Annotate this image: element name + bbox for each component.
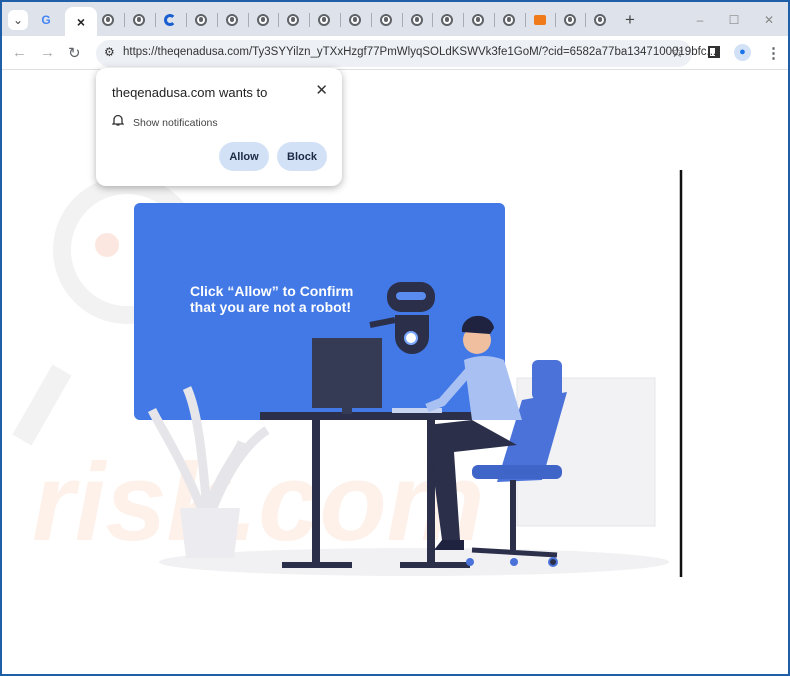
globe-icon <box>411 14 423 26</box>
tab-background[interactable] <box>98 10 118 30</box>
tab-active[interactable]: × <box>65 7 97 36</box>
tab-separator <box>340 13 341 27</box>
toolbar: ← → ↻ ⚙ https://theqenadusa.com/Ty3SYYil… <box>2 36 788 70</box>
browser-window: ⌄ G × + – ☐ ✕ ← → ↻ ⚙ https://theqenadus… <box>2 2 788 674</box>
globe-icon <box>226 14 238 26</box>
tab-background[interactable] <box>345 10 365 30</box>
tab-search-button[interactable]: ⌄ <box>8 10 28 30</box>
tab-separator <box>402 13 403 27</box>
reload-button[interactable]: ↻ <box>68 44 81 62</box>
popup-title: theqenadusa.com wants to <box>112 85 268 100</box>
forward-button[interactable]: → <box>40 44 55 61</box>
site-settings-icon[interactable]: ⚙ <box>104 45 115 59</box>
tab-separator <box>248 13 249 27</box>
tab-background[interactable] <box>499 10 519 30</box>
chat-favicon-icon <box>534 15 546 25</box>
tab-separator <box>278 13 279 27</box>
tab-background[interactable] <box>468 10 488 30</box>
menu-icon[interactable]: ⋮ <box>766 44 781 62</box>
globe-icon <box>503 14 515 26</box>
allow-button[interactable]: Allow <box>219 142 269 171</box>
tab-background[interactable] <box>191 10 211 30</box>
tab-background[interactable] <box>530 10 550 30</box>
maximize-button[interactable]: ☐ <box>724 10 744 30</box>
tab-background[interactable] <box>437 10 457 30</box>
tab-separator <box>309 13 310 27</box>
tab-background[interactable] <box>222 10 242 30</box>
bell-icon <box>112 114 124 126</box>
tab-background[interactable] <box>129 10 149 30</box>
globe-icon <box>287 14 299 26</box>
address-bar[interactable]: ⚙ https://theqenadusa.com/Ty3SYYilzn_yTX… <box>96 40 716 67</box>
globe-icon <box>257 14 269 26</box>
tab-background[interactable] <box>376 10 396 30</box>
bookmark-star-icon[interactable]: ☆ <box>671 43 684 61</box>
tab-separator <box>371 13 372 27</box>
globe-icon <box>133 14 145 26</box>
tab-separator <box>525 13 526 27</box>
globe-icon <box>102 14 114 26</box>
tab-separator <box>432 13 433 27</box>
back-button[interactable]: ← <box>12 44 27 61</box>
globe-icon <box>195 14 207 26</box>
google-icon: G <box>41 13 51 27</box>
popup-close-button[interactable]: ✕ <box>315 81 328 99</box>
tab-separator <box>217 13 218 27</box>
tab-background[interactable] <box>314 10 334 30</box>
globe-icon <box>349 14 361 26</box>
profile-avatar-icon[interactable]: ● <box>734 44 751 61</box>
loading-favicon-icon <box>164 14 176 26</box>
tab-background[interactable] <box>407 10 427 30</box>
close-tab-icon[interactable]: × <box>77 14 85 30</box>
globe-icon <box>472 14 484 26</box>
side-panel-icon[interactable] <box>708 46 720 58</box>
tab-google[interactable]: G <box>36 10 56 30</box>
block-button[interactable]: Block <box>277 142 327 171</box>
tab-bar: ⌄ G × + – ☐ ✕ <box>2 2 788 36</box>
minimize-button[interactable]: – <box>690 10 710 30</box>
new-tab-button[interactable]: + <box>620 10 640 30</box>
tab-separator <box>494 13 495 27</box>
tab-background[interactable] <box>253 10 273 30</box>
globe-icon <box>441 14 453 26</box>
chevron-down-icon: ⌄ <box>12 13 24 27</box>
globe-icon <box>564 14 576 26</box>
permission-label: Show notifications <box>133 117 218 129</box>
tab-separator <box>186 13 187 27</box>
globe-icon <box>318 14 330 26</box>
tab-separator <box>124 13 125 27</box>
notification-permission-popup: theqenadusa.com wants to ✕ Show notifica… <box>96 68 342 186</box>
person-icon <box>425 315 522 550</box>
tab-background[interactable] <box>283 10 303 30</box>
tab-separator <box>585 13 586 27</box>
globe-icon <box>380 14 392 26</box>
tab-background[interactable] <box>590 10 610 30</box>
tab-separator <box>555 13 556 27</box>
tab-separator <box>155 13 156 27</box>
tab-separator <box>463 13 464 27</box>
tab-background[interactable] <box>560 10 580 30</box>
globe-icon <box>594 14 606 26</box>
plant-icon <box>147 386 270 558</box>
tab-background[interactable] <box>160 10 180 30</box>
close-window-button[interactable]: ✕ <box>759 10 779 30</box>
url-text[interactable]: https://theqenadusa.com/Ty3SYYilzn_yTXxH… <box>123 46 716 58</box>
